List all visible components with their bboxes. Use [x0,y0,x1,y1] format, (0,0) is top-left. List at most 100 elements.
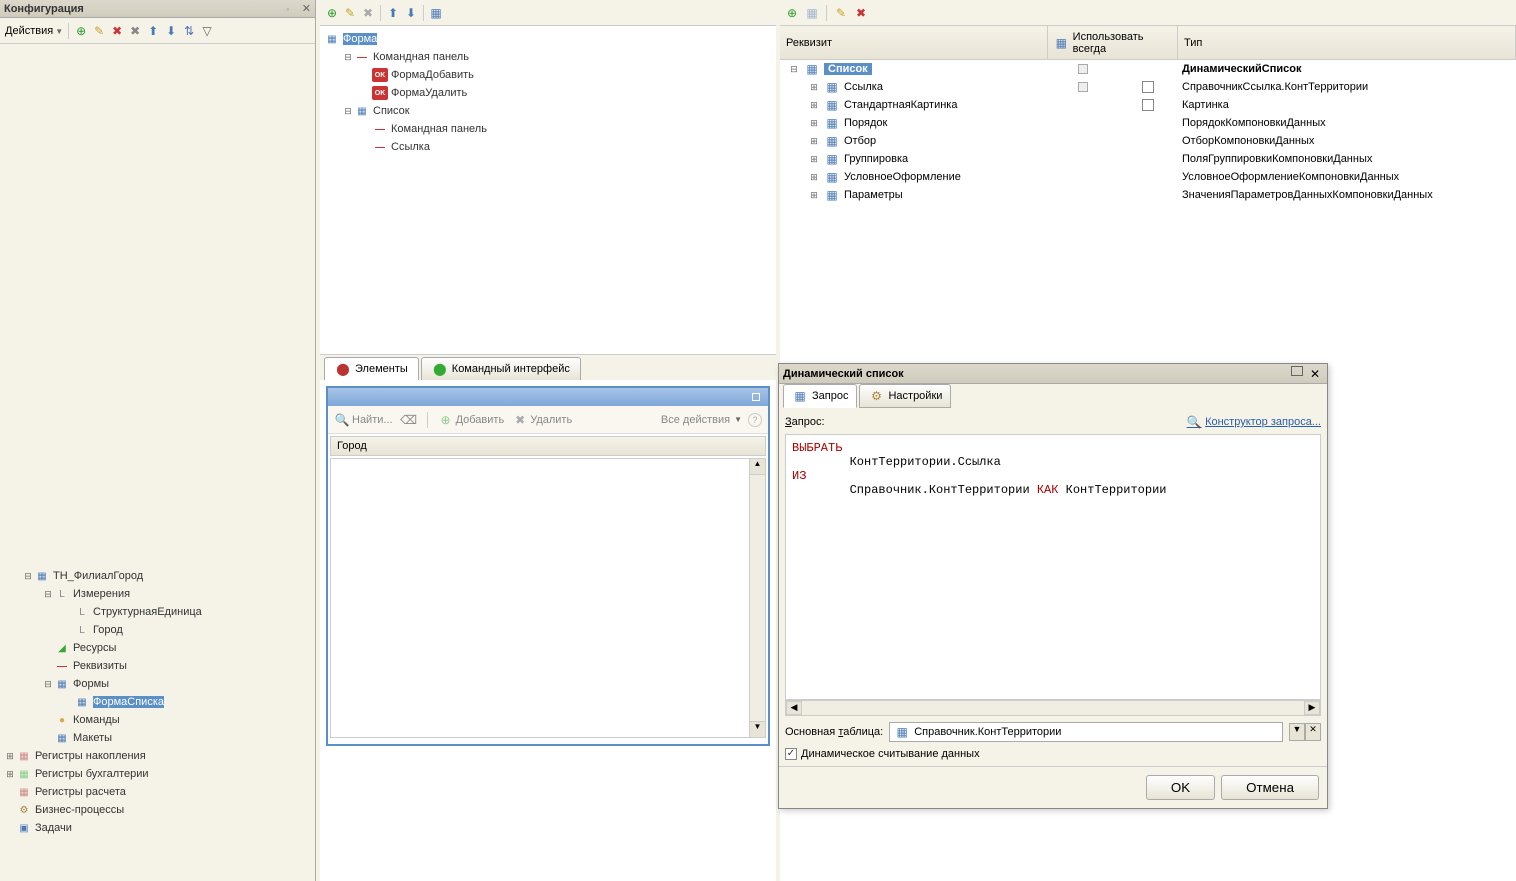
attrib-row[interactable]: ⊞▦УсловноеОформлениеУсловноеОформлениеКо… [780,168,1516,186]
edit-icon[interactable]: ✎ [91,23,107,39]
up-icon[interactable]: ⬆ [145,23,161,39]
collapse-icon[interactable]: ⊟ [342,52,354,63]
tree-formdel[interactable]: OK ФормаУдалить [324,84,772,102]
tab-query[interactable]: ▦ Запрос [783,384,857,408]
col-attrib[interactable]: Реквизит [780,26,1048,59]
collapse-icon[interactable]: ⊟ [42,679,54,690]
expand-icon[interactable]: ⊞ [4,751,16,762]
ok-button[interactable]: OK [1146,775,1215,800]
scroll-up-icon[interactable]: ▲ [750,459,765,475]
tab-elements[interactable]: ⬤ Элементы [324,357,419,380]
scroll-left-icon[interactable]: ◀ [786,701,802,715]
attrib-row[interactable]: ⊞▦СтандартнаяКартинкаКартинка [780,96,1516,114]
tree-cmdpanel2[interactable]: — Командная панель [324,120,772,138]
cancel-button[interactable]: Отмена [1221,775,1319,800]
find-button[interactable]: 🔍Найти... [334,412,393,428]
tree-link[interactable]: — Ссылка [324,138,772,156]
sort-icon[interactable]: ⇅ [181,23,197,39]
add-icon[interactable]: ⊕ [324,5,340,21]
add-button[interactable]: ⊕Добавить [438,412,505,428]
constructor-link[interactable]: 🔍 Конструктор запроса... [1186,414,1321,430]
attrib-row[interactable]: ⊟▦СписокДинамическийСписок [780,60,1516,78]
close-icon[interactable]: ✕ [302,2,311,15]
tree-dimensions[interactable]: ⊟ L Измерения [4,585,311,603]
delete-icon[interactable]: ✖ [109,23,125,39]
tab-cmd-interface[interactable]: ⬤ Командный интерфейс [421,357,581,380]
attrib-row[interactable]: ⊞▦ГруппировкаПоляГруппировкиКомпоновкиДа… [780,150,1516,168]
edit-icon[interactable]: ✎ [833,5,849,21]
pin-icon[interactable]: ◦ [280,1,296,17]
delete-icon[interactable]: ✖ [360,5,376,21]
attrib-row[interactable]: ⊞▦ОтборОтборКомпоновкиДанных [780,132,1516,150]
down-icon[interactable]: ⬇ [403,5,419,21]
tree-form-root[interactable]: ▦ Форма [324,30,772,48]
toggle-icon[interactable]: ⊞ [808,136,820,147]
delete-button[interactable]: ✖Удалить [512,412,572,428]
remove-icon[interactable]: ✖ [127,23,143,39]
tree-templates[interactable]: ▦ Макеты [4,729,311,747]
down-icon[interactable]: ⬇ [163,23,179,39]
clear-icon[interactable]: ✕ [1305,723,1321,741]
tree-dim1[interactable]: L СтруктурнаяЕдиница [4,603,311,621]
tree-form-selected[interactable]: ▦ ФормаСписка [4,693,311,711]
add-col-icon[interactable]: ▦ [804,5,820,21]
close-icon[interactable]: ✕ [1307,366,1323,382]
h-scrollbar[interactable]: ◀ ▶ [785,700,1321,716]
toggle-icon[interactable]: ⊞ [808,190,820,201]
scroll-down-icon[interactable]: ▼ [750,721,765,737]
dyn-read-checkbox[interactable] [785,748,797,760]
tree-cmdpanel[interactable]: ⊟ — Командная панель [324,48,772,66]
toggle-icon[interactable]: ⊞ [808,82,820,93]
delete-icon[interactable]: ✖ [853,5,869,21]
add-icon[interactable]: ⊕ [73,23,89,39]
tree-attribs[interactable]: — Реквизиты [4,657,311,675]
grid-body[interactable]: ▲ ▼ [330,458,766,738]
toggle-icon[interactable]: ⊞ [808,118,820,129]
tree-root[interactable]: ⊟ ▦ ТН_ФилиалГород [4,567,311,585]
check-icon[interactable] [1142,99,1154,111]
tree-calc[interactable]: ▦ Регистры расчета [4,783,311,801]
col-city[interactable]: Город [337,440,367,452]
tree-forms[interactable]: ⊟ ▦ Формы [4,675,311,693]
attrib-row[interactable]: ⊞▦ПараметрыЗначенияПараметровДанныхКомпо… [780,186,1516,204]
tree-bp[interactable]: ⚙ Бизнес-процессы [4,801,311,819]
collapse-icon[interactable]: ⊟ [42,589,54,600]
tab-settings[interactable]: ⚙ Настройки [859,384,951,408]
col-type[interactable]: Тип [1178,26,1516,59]
toggle-icon[interactable]: ⊞ [808,100,820,111]
collapse-icon[interactable]: ⊟ [22,571,34,582]
help-icon[interactable]: ? [748,413,762,427]
scroll-right-icon[interactable]: ▶ [1304,701,1320,715]
scrollbar[interactable]: ▲ ▼ [749,459,765,737]
edit-icon[interactable]: ✎ [342,5,358,21]
filter-icon[interactable]: ▽ [199,23,215,39]
add-icon[interactable]: ⊕ [784,5,800,21]
check-icon[interactable] [1142,81,1154,93]
max-icon[interactable] [752,393,760,401]
col-use-always[interactable]: ▦Использовать всегда [1048,26,1178,59]
attrib-row[interactable]: ⊞▦СсылкаСправочникСсылка.КонтТерритории [780,78,1516,96]
toggle-icon[interactable]: ⊟ [788,64,800,75]
maximize-icon[interactable] [1291,366,1303,376]
tree-commands[interactable]: ● Команды [4,711,311,729]
tree-accounting[interactable]: ⊞ ▦ Регистры бухгалтерии [4,765,311,783]
tree-tasks[interactable]: ▣ Задачи [4,819,311,837]
toggle-icon[interactable]: ⊞ [808,154,820,165]
query-editor[interactable]: ВЫБРАТЬ КонтТерритории.Ссылка ИЗ Справоч… [785,434,1321,700]
tree-formadd[interactable]: OK ФормаДобавить [324,66,772,84]
main-table-input[interactable]: ▦ Справочник.КонтТерритории [889,722,1283,742]
actions-dropdown[interactable]: Действия▼ [4,24,64,38]
up-icon[interactable]: ⬆ [385,5,401,21]
collapse-icon[interactable]: ⊟ [342,106,354,117]
clear-button[interactable]: ⌫ [401,412,417,428]
all-actions-dropdown[interactable]: Все действия▼ [661,414,742,426]
tree-resources[interactable]: ◢ Ресурсы [4,639,311,657]
prop-icon[interactable]: ▦ [428,5,444,21]
attrib-row[interactable]: ⊞▦ПорядокПорядокКомпоновкиДанных [780,114,1516,132]
expand-icon[interactable]: ⊞ [4,769,16,780]
dropdown-icon[interactable]: ▼ [1289,723,1305,741]
tree-list[interactable]: ⊟ ▦ Список [324,102,772,120]
tree-accum[interactable]: ⊞ ▦ Регистры накопления [4,747,311,765]
toggle-icon[interactable]: ⊞ [808,172,820,183]
tree-dim2[interactable]: L Город [4,621,311,639]
